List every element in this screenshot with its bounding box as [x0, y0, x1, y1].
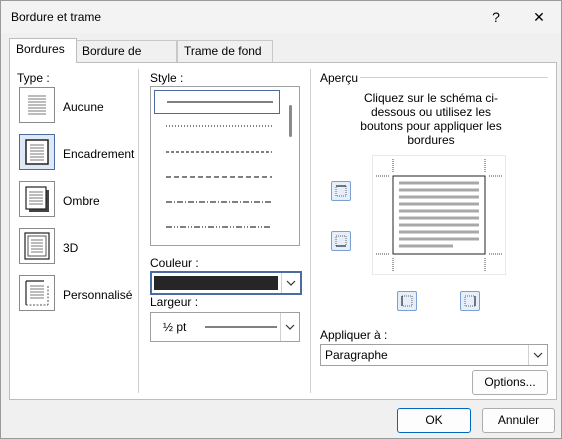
3d-border-icon: [24, 232, 50, 260]
border-preview-diagram[interactable]: [372, 155, 506, 275]
left-border-icon: [401, 295, 413, 307]
color-dropdown[interactable]: [150, 271, 302, 295]
type-none-button[interactable]: [19, 87, 55, 123]
chevron-down-icon: [286, 280, 296, 286]
options-button[interactable]: Options...: [472, 370, 548, 395]
border-and-shading-dialog: Bordure et trame ? ✕ Bordures Bordure de…: [0, 0, 562, 439]
top-border-icon: [335, 185, 347, 197]
line-style-small-dashed[interactable]: [154, 141, 278, 163]
column-divider: [138, 69, 139, 393]
line-style-dashed[interactable]: [154, 166, 278, 188]
cancel-button[interactable]: Annuler: [482, 408, 555, 433]
preview-label: Aperçu: [320, 71, 359, 85]
line-style-dash-dot[interactable]: [154, 191, 278, 213]
shadow-border-icon: [25, 186, 49, 212]
preview-instructions: Cliquez sur le schéma ci-dessous ou util…: [360, 91, 502, 147]
chevron-down-icon: [285, 324, 295, 330]
right-border-icon: [464, 295, 476, 307]
title-bar: Bordure et trame ? ✕: [1, 1, 561, 33]
bottom-border-icon: [335, 235, 347, 247]
top-border-button[interactable]: [331, 181, 351, 201]
line-style-dotted[interactable]: [154, 115, 278, 137]
tab-trame-de-fond[interactable]: Trame de fond: [177, 40, 273, 62]
none-border-icon: [28, 95, 46, 115]
apply-to-label: Appliquer à :: [320, 328, 388, 342]
bottom-border-button[interactable]: [331, 231, 351, 251]
line-style-list[interactable]: [150, 86, 300, 246]
line-style-solid[interactable]: [154, 90, 280, 114]
scrollbar-thumb[interactable]: [289, 105, 292, 137]
tab-label: Bordures: [16, 42, 65, 56]
color-swatch: [154, 276, 278, 290]
type-3d-button[interactable]: [19, 228, 55, 264]
borders-panel: Type : Aucune Encadrement Ombre 3D Perso…: [9, 62, 557, 400]
type-box-label: Encadrement: [63, 147, 135, 161]
type-custom-label: Personnalisé: [63, 288, 133, 302]
type-none-label: Aucune: [63, 100, 104, 114]
apply-to-dropdown[interactable]: Paragraphe: [320, 344, 548, 366]
type-box-button[interactable]: [19, 134, 55, 170]
type-shadow-label: Ombre: [63, 194, 100, 208]
tab-bordures[interactable]: Bordures: [9, 38, 77, 63]
right-border-button[interactable]: [460, 291, 480, 311]
apply-to-dropdown-arrow[interactable]: [528, 345, 547, 365]
style-label: Style :: [150, 71, 184, 85]
help-button[interactable]: ?: [481, 7, 511, 27]
close-button[interactable]: ✕: [524, 7, 554, 27]
ok-button[interactable]: OK: [397, 408, 471, 433]
width-label: Largeur :: [150, 295, 199, 309]
width-dropdown[interactable]: ½ pt: [150, 312, 300, 342]
chevron-down-icon: [533, 352, 543, 358]
line-style-dash-dot-dot[interactable]: [154, 216, 278, 238]
column-divider: [310, 69, 311, 393]
type-label: Type :: [17, 71, 50, 85]
color-label: Couleur :: [150, 256, 199, 270]
custom-border-icon: [25, 280, 49, 306]
color-dropdown-arrow[interactable]: [281, 273, 300, 293]
width-line-sample: [205, 326, 277, 328]
preview-rule: [360, 77, 548, 78]
tab-bordure-de-page[interactable]: Bordure de page: [75, 40, 177, 79]
dialog-title: Bordure et trame: [11, 10, 102, 24]
type-3d-label: 3D: [63, 241, 79, 255]
tab-label: Trame de fond: [184, 44, 262, 58]
width-dropdown-arrow[interactable]: [280, 313, 299, 341]
type-shadow-button[interactable]: [19, 181, 55, 217]
left-border-button[interactable]: [397, 291, 417, 311]
apply-to-value: Paragraphe: [325, 348, 388, 362]
type-custom-button[interactable]: [19, 275, 55, 311]
box-border-icon: [25, 139, 49, 165]
width-value: ½ pt: [163, 320, 187, 334]
style-list-scrollbar[interactable]: [283, 87, 299, 245]
